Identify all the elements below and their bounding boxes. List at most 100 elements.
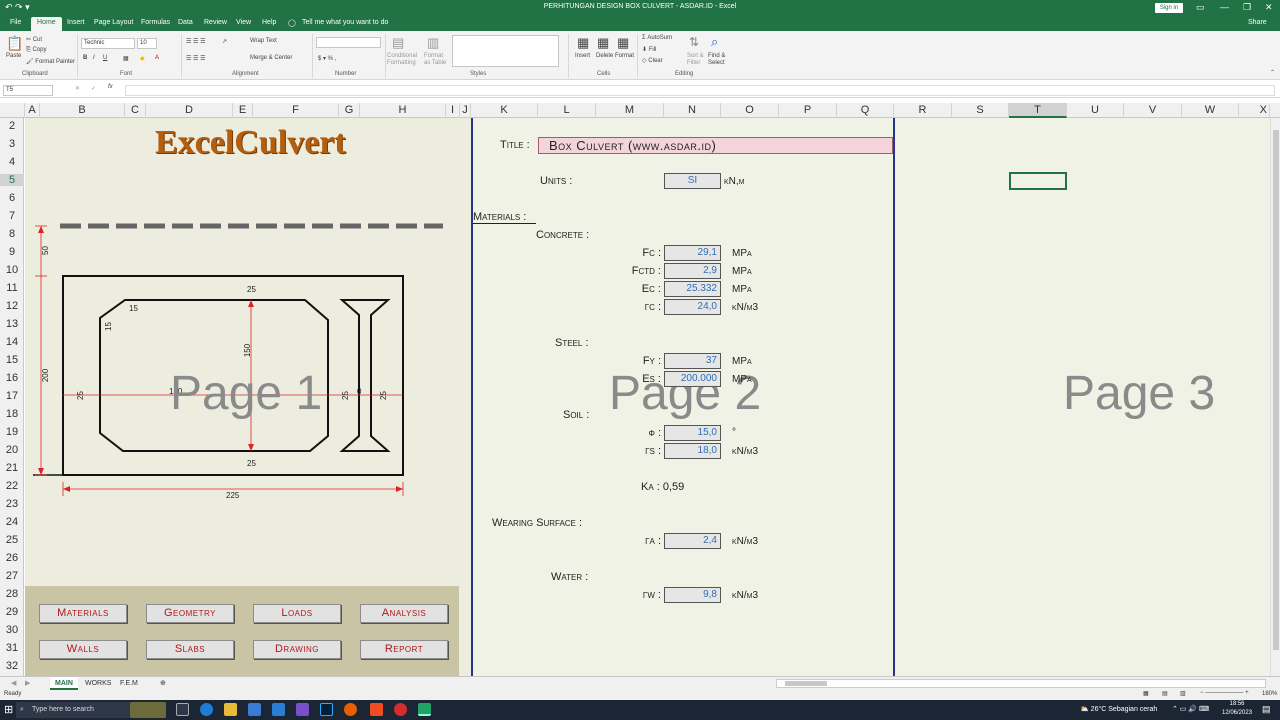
cancel-icon[interactable]: ✕ — [75, 85, 80, 92]
row-header[interactable]: 12 — [0, 300, 24, 312]
column-header[interactable]: M — [596, 103, 664, 118]
sheet-tab-fem[interactable]: F.E.M — [115, 677, 143, 690]
row-header[interactable]: 26 — [0, 552, 24, 564]
format-as-table-button[interactable]: Format as Table — [424, 53, 450, 67]
page-break-view-icon[interactable]: ▥ — [1180, 690, 1186, 697]
column-header[interactable]: I — [446, 103, 460, 118]
sheet-tab-main[interactable]: MAIN — [50, 677, 78, 690]
horizontal-scrollbar[interactable] — [776, 679, 1266, 688]
row-header[interactable]: 31 — [0, 642, 24, 654]
column-header[interactable]: A — [25, 103, 40, 118]
row-header[interactable]: 14 — [0, 336, 24, 348]
cut-button[interactable]: ✂ Cut — [26, 36, 42, 43]
store-icon[interactable] — [248, 703, 261, 716]
column-header[interactable]: Q — [837, 103, 894, 118]
fill-color-icon[interactable]: ◆ — [140, 55, 145, 62]
find-select-button[interactable]: Find & Select — [708, 53, 730, 67]
clear-button[interactable]: ◇ Clear — [642, 57, 663, 64]
ya-value-cell[interactable]: 2,4 — [664, 533, 721, 549]
column-header[interactable]: D — [146, 103, 233, 118]
align-top-icon[interactable]: ☰ ☰ ☰ — [186, 38, 205, 45]
enter-icon[interactable]: ✓ — [91, 85, 96, 92]
tab-file[interactable]: File — [10, 19, 21, 26]
row-header[interactable]: 11 — [0, 282, 24, 294]
borders-icon[interactable]: ▦ — [123, 55, 129, 62]
underline-icon[interactable]: U — [103, 55, 107, 61]
paste-button[interactable]: Paste — [6, 53, 21, 59]
geometry-button[interactable]: Geometry — [146, 604, 234, 623]
share-button[interactable]: Share — [1248, 19, 1267, 26]
app-icon[interactable] — [296, 703, 309, 716]
font-name-select[interactable]: Technic — [81, 38, 135, 49]
name-box[interactable]: T5 — [3, 85, 53, 96]
tab-insert[interactable]: Insert — [67, 19, 85, 26]
loads-button[interactable]: Loads — [253, 604, 341, 623]
row-header[interactable]: 20 — [0, 444, 24, 456]
row-header[interactable]: 29 — [0, 606, 24, 618]
vertical-scroll-thumb[interactable] — [1273, 130, 1279, 650]
insert-cells-icon[interactable]: ▦ — [577, 35, 589, 51]
wrap-text-button[interactable]: Wrap Text — [250, 38, 277, 44]
row-header[interactable]: 7 — [0, 210, 24, 222]
select-all-corner[interactable] — [0, 103, 25, 118]
minimize-icon[interactable]: — — [1220, 2, 1229, 12]
row-header[interactable]: 8 — [0, 228, 24, 240]
copy-button[interactable]: ⎘ Copy — [26, 47, 46, 54]
phi-value-cell[interactable]: 15,0 — [664, 425, 721, 441]
italic-icon[interactable]: I — [93, 55, 95, 61]
column-header[interactable]: S — [952, 103, 1009, 118]
tab-formulas[interactable]: Formulas — [141, 19, 170, 26]
find-icon[interactable]: ⌕ — [711, 34, 718, 50]
row-header-selected[interactable]: 5 — [0, 174, 24, 186]
sort-filter-button[interactable]: Sort & Filter — [687, 53, 707, 67]
row-header[interactable]: 19 — [0, 426, 24, 438]
row-header[interactable]: 15 — [0, 354, 24, 366]
paste-icon[interactable]: 📋 — [6, 35, 23, 52]
vivaldi-icon[interactable] — [394, 703, 407, 716]
es-value-cell[interactable]: 200.000 — [664, 371, 721, 387]
row-header[interactable]: 3 — [0, 138, 24, 150]
column-header[interactable]: L — [538, 103, 596, 118]
sheet-tab-works[interactable]: WORKS — [80, 677, 116, 690]
units-value-cell[interactable]: SI — [664, 173, 721, 189]
brave-icon[interactable] — [370, 703, 383, 716]
column-header[interactable]: N — [664, 103, 721, 118]
row-header[interactable]: 2 — [0, 120, 24, 132]
excel-taskbar-icon[interactable] — [418, 703, 431, 716]
clock-date[interactable]: 12/06/2023 — [1222, 710, 1252, 716]
walls-button[interactable]: Walls — [39, 640, 127, 659]
sign-in-button[interactable]: Sign in — [1155, 3, 1183, 13]
column-header[interactable]: X — [1239, 103, 1270, 118]
yc-value-cell[interactable]: 24,0 — [664, 299, 721, 315]
format-painter-button[interactable]: 🖌 Format Painter — [26, 58, 75, 65]
column-header[interactable]: E — [233, 103, 253, 118]
tab-view[interactable]: View — [236, 19, 251, 26]
row-header[interactable]: 9 — [0, 246, 24, 258]
font-color-icon[interactable]: A — [155, 55, 159, 61]
delete-cells-button[interactable]: Delete — [596, 53, 613, 59]
page-layout-view-icon[interactable]: ▤ — [1162, 690, 1168, 697]
horizontal-scroll-thumb[interactable] — [785, 681, 827, 686]
file-explorer-icon[interactable] — [224, 703, 237, 716]
format-cells-button[interactable]: Format — [615, 53, 634, 59]
close-icon[interactable]: ✕ — [1265, 2, 1273, 13]
row-header[interactable]: 23 — [0, 498, 24, 510]
task-view-icon[interactable] — [176, 703, 189, 716]
selected-cell-t5[interactable] — [1009, 172, 1067, 190]
bold-icon[interactable]: B — [83, 55, 87, 61]
font-size-select[interactable]: 10 — [137, 38, 157, 49]
column-header-selected[interactable]: T — [1009, 103, 1067, 118]
row-header[interactable]: 4 — [0, 156, 24, 168]
drawing-button[interactable]: Drawing — [253, 640, 341, 659]
column-header[interactable]: U — [1067, 103, 1124, 118]
insert-cells-button[interactable]: Insert — [575, 53, 590, 59]
row-header[interactable]: 24 — [0, 516, 24, 528]
tab-review[interactable]: Review — [204, 19, 227, 26]
report-button[interactable]: Report — [360, 640, 448, 659]
fx-icon[interactable]: fx — [108, 84, 113, 90]
column-header[interactable]: B — [40, 103, 125, 118]
column-header[interactable]: H — [360, 103, 446, 118]
column-header[interactable]: K — [471, 103, 538, 118]
ys-value-cell[interactable]: 18,0 — [664, 443, 721, 459]
row-header[interactable]: 25 — [0, 534, 24, 546]
